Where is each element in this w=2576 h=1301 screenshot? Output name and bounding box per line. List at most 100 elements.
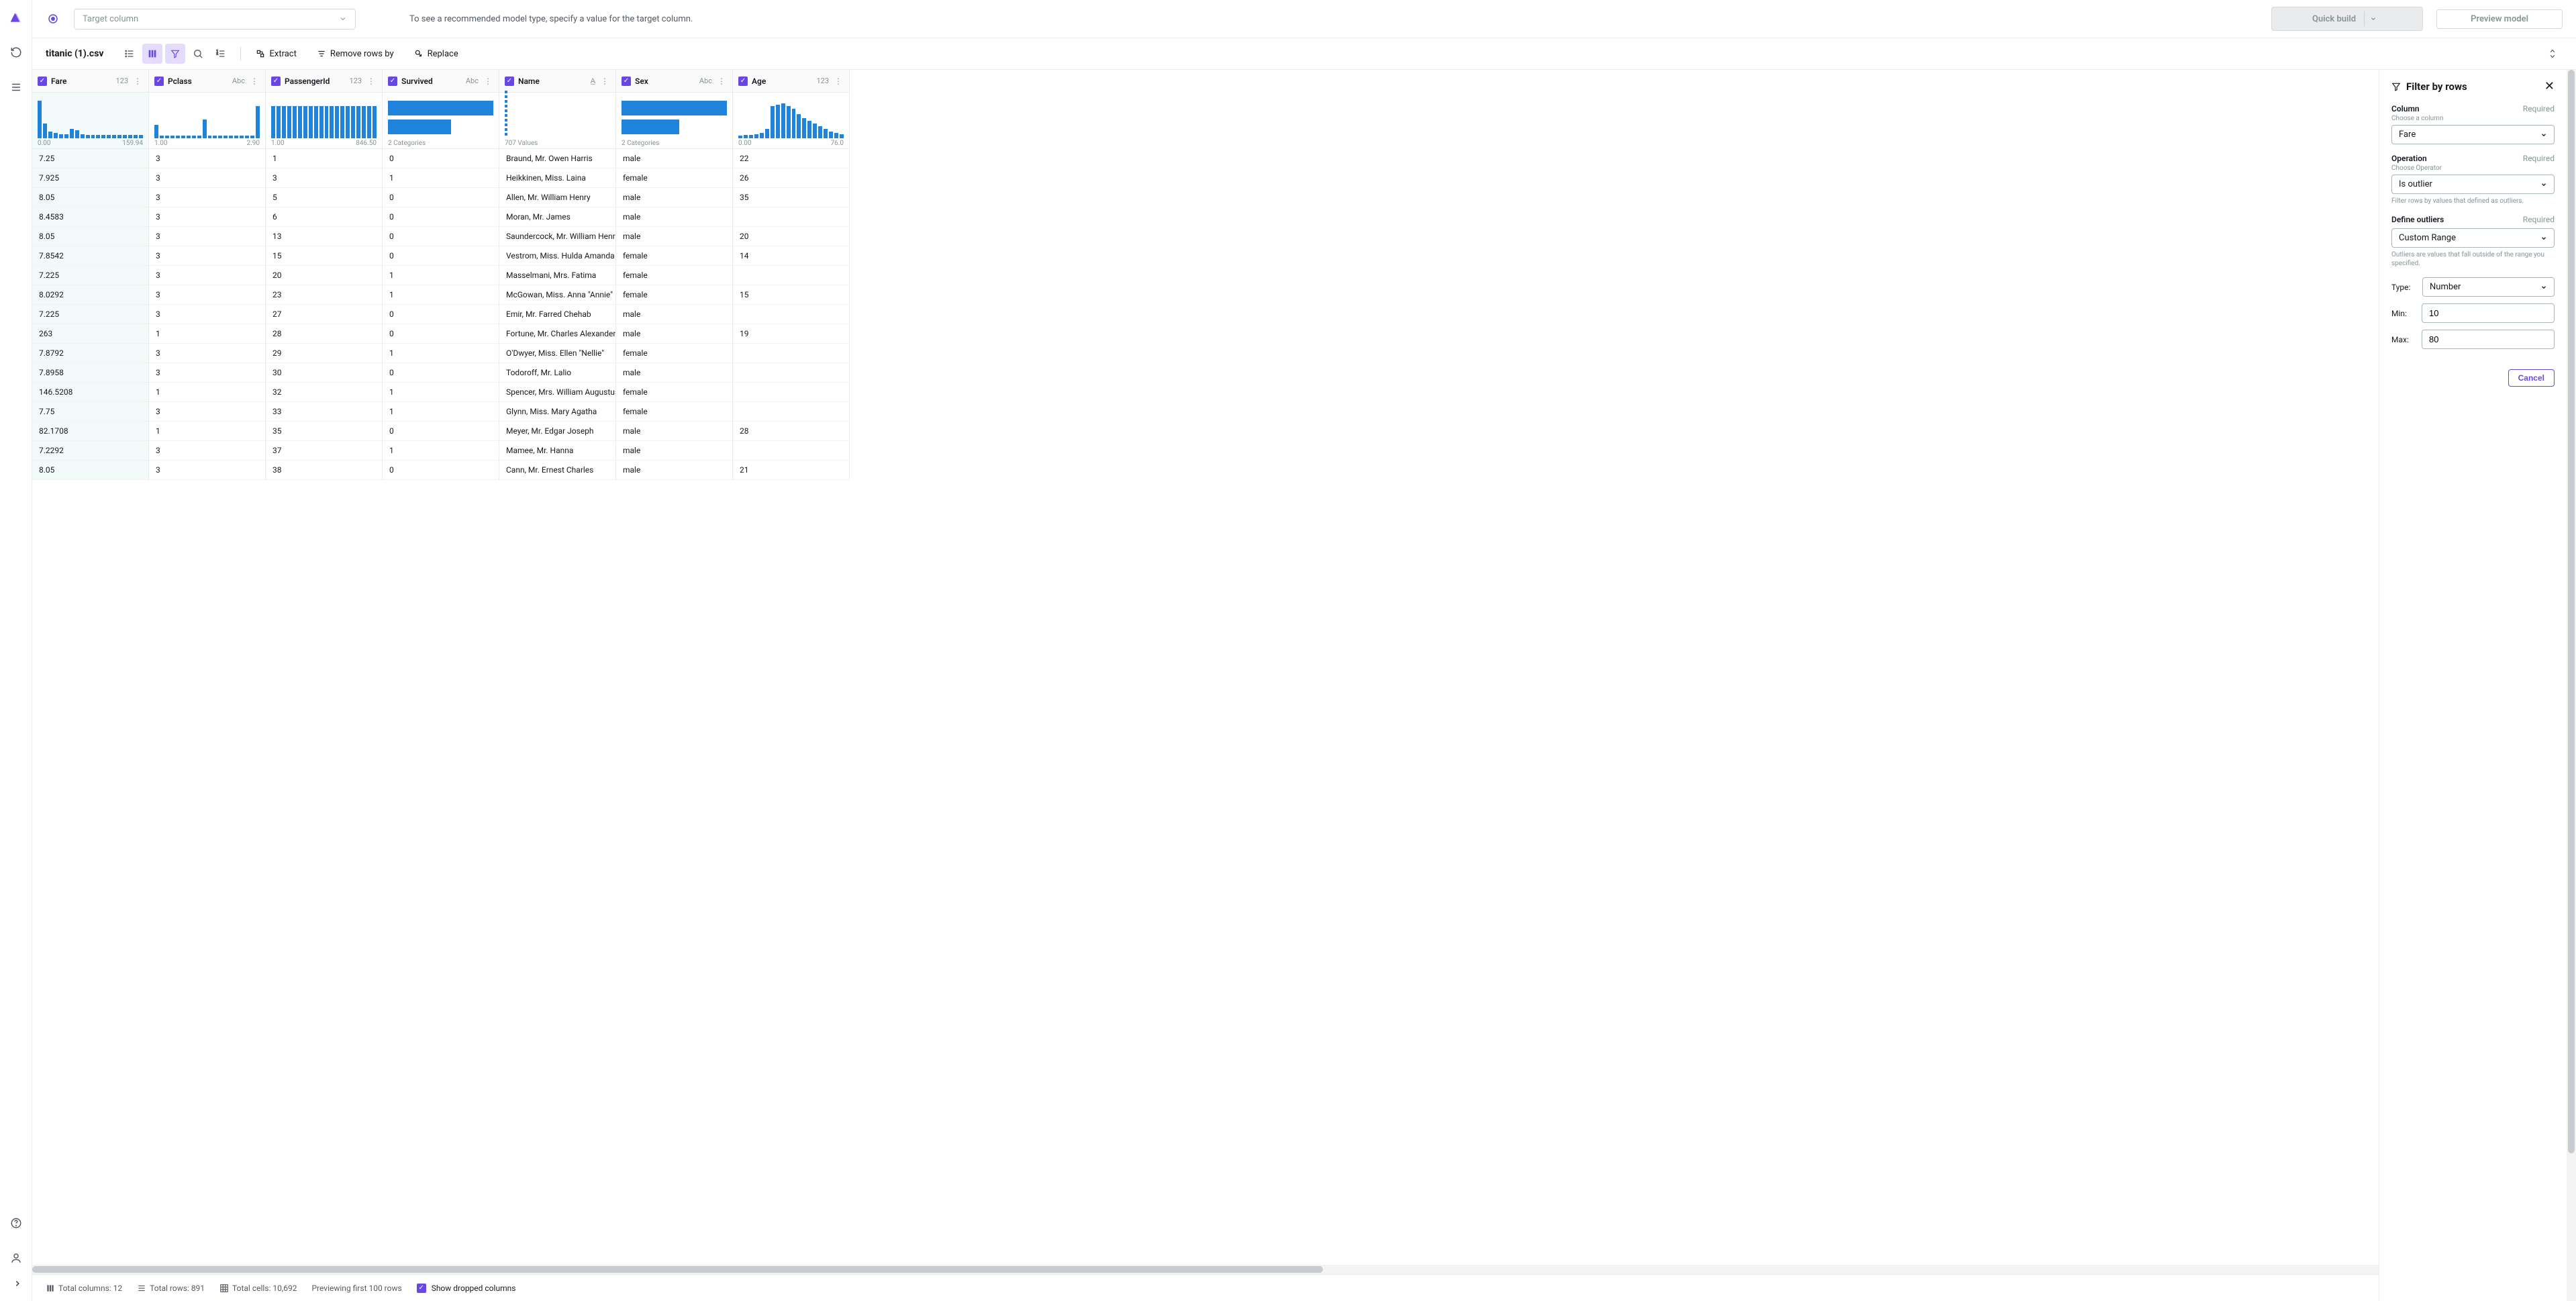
table-cell[interactable]: 7.225 <box>32 305 148 324</box>
table-cell[interactable]: Spencer, Mrs. William Augustus (... <box>499 383 615 402</box>
table-cell[interactable]: 3 <box>149 207 265 227</box>
column-menu-icon[interactable]: ⋮ <box>833 77 844 86</box>
table-cell[interactable]: male <box>616 188 732 207</box>
table-cell[interactable]: 0 <box>383 227 499 246</box>
table-cell[interactable]: 8.4583 <box>32 207 148 227</box>
table-cell[interactable]: 19 <box>733 324 849 344</box>
table-cell[interactable]: Braund, Mr. Owen Harris <box>499 149 615 168</box>
table-cell[interactable] <box>733 305 849 324</box>
vertical-scrollbar[interactable] <box>2567 70 2576 1301</box>
table-cell[interactable]: female <box>616 266 732 285</box>
help-icon[interactable] <box>7 1214 26 1233</box>
column-select[interactable]: Fare <box>2391 125 2555 144</box>
table-cell[interactable]: male <box>616 305 732 324</box>
operation-select[interactable]: Is outlier <box>2391 175 2555 194</box>
column-menu-icon[interactable]: ⋮ <box>599 77 610 86</box>
expand-rail-icon[interactable] <box>8 1274 27 1293</box>
table-cell[interactable]: McGowan, Miss. Anna "Annie" <box>499 285 615 305</box>
table-cell[interactable]: 15 <box>266 246 382 266</box>
table-cell[interactable]: Moran, Mr. James <box>499 207 615 227</box>
column-checkbox[interactable]: ✓ <box>271 77 281 86</box>
table-cell[interactable]: 3 <box>149 305 265 324</box>
table-cell[interactable]: 14 <box>733 246 849 266</box>
table-cell[interactable]: 3 <box>266 168 382 188</box>
table-cell[interactable]: Saundercock, Mr. William Henry <box>499 227 615 246</box>
column-checkbox[interactable]: ✓ <box>505 77 514 86</box>
table-cell[interactable]: 1 <box>383 402 499 422</box>
target-column-select[interactable]: Target column <box>74 9 356 30</box>
table-cell[interactable]: 3 <box>149 227 265 246</box>
table-cell[interactable] <box>733 441 849 461</box>
table-cell[interactable]: O'Dwyer, Miss. Ellen "Nellie" <box>499 344 615 363</box>
table-cell[interactable]: 3 <box>149 149 265 168</box>
table-cell[interactable]: Masselmani, Mrs. Fatima <box>499 266 615 285</box>
table-cell[interactable]: female <box>616 246 732 266</box>
table-cell[interactable]: 1 <box>383 266 499 285</box>
replace-button[interactable]: Replace <box>409 46 464 62</box>
column-menu-icon[interactable]: ⋮ <box>132 77 143 86</box>
table-cell[interactable]: male <box>616 227 732 246</box>
table-cell[interactable]: 7.8958 <box>32 363 148 383</box>
collapse-icon[interactable] <box>2542 44 2563 64</box>
table-cell[interactable]: Mamee, Mr. Hanna <box>499 441 615 461</box>
table-cell[interactable]: 28 <box>733 422 849 441</box>
table-cell[interactable]: male <box>616 149 732 168</box>
table-cell[interactable]: 3 <box>149 246 265 266</box>
table-cell[interactable]: 0 <box>383 422 499 441</box>
table-cell[interactable]: Cann, Mr. Ernest Charles <box>499 461 615 480</box>
table-cell[interactable]: 33 <box>266 402 382 422</box>
max-input[interactable] <box>2422 330 2555 349</box>
table-cell[interactable]: 82.1708 <box>32 422 148 441</box>
table-cell[interactable]: 29 <box>266 344 382 363</box>
column-header-fare[interactable]: ✓ Fare 123 ⋮ <box>32 70 148 93</box>
column-checkbox[interactable]: ✓ <box>388 77 397 86</box>
column-menu-icon[interactable]: ⋮ <box>483 77 493 86</box>
table-cell[interactable]: 7.8542 <box>32 246 148 266</box>
table-cell[interactable]: 28 <box>266 324 382 344</box>
column-header-name[interactable]: ✓ Name A̲ ⋮ <box>499 70 615 93</box>
table-cell[interactable]: 3 <box>149 441 265 461</box>
table-cell[interactable]: 8.0292 <box>32 285 148 305</box>
table-cell[interactable]: 7.8792 <box>32 344 148 363</box>
table-cell[interactable] <box>733 344 849 363</box>
column-checkbox[interactable]: ✓ <box>622 77 631 86</box>
table-cell[interactable]: 7.925 <box>32 168 148 188</box>
table-cell[interactable]: 3 <box>149 285 265 305</box>
table-cell[interactable]: 1 <box>149 383 265 402</box>
table-cell[interactable]: 21 <box>733 461 849 480</box>
table-cell[interactable]: 1 <box>383 383 499 402</box>
table-cell[interactable]: 8.05 <box>32 188 148 207</box>
column-checkbox[interactable]: ✓ <box>738 77 748 86</box>
table-cell[interactable]: 0 <box>383 324 499 344</box>
table-cell[interactable]: 1 <box>266 149 382 168</box>
table-cell[interactable]: 1 <box>149 324 265 344</box>
extract-button[interactable]: Extract <box>250 46 301 62</box>
table-cell[interactable]: 3 <box>149 402 265 422</box>
table-cell[interactable]: 7.2292 <box>32 441 148 461</box>
column-header-pclass[interactable]: ✓ Pclass Abc ⋮ <box>149 70 265 93</box>
table-cell[interactable]: Emir, Mr. Farred Chehab <box>499 305 615 324</box>
table-cell[interactable]: Heikkinen, Miss. Laina <box>499 168 615 188</box>
table-cell[interactable]: 0 <box>383 363 499 383</box>
table-cell[interactable]: 15 <box>733 285 849 305</box>
table-cell[interactable]: 0 <box>383 305 499 324</box>
table-cell[interactable]: 0 <box>383 246 499 266</box>
table-cell[interactable]: 3 <box>149 461 265 480</box>
table-cell[interactable]: 23 <box>266 285 382 305</box>
show-dropped-checkbox[interactable]: ✓Show dropped columns <box>417 1284 516 1293</box>
table-cell[interactable]: female <box>616 168 732 188</box>
filter-icon[interactable] <box>165 44 185 64</box>
table-cell[interactable]: 32 <box>266 383 382 402</box>
table-cell[interactable]: 3 <box>149 344 265 363</box>
table-cell[interactable]: 7.225 <box>32 266 148 285</box>
column-header-age[interactable]: ✓ Age 123 ⋮ <box>733 70 849 93</box>
search-icon[interactable] <box>188 44 208 64</box>
table-cell[interactable]: 38 <box>266 461 382 480</box>
table-cell[interactable]: 1 <box>383 168 499 188</box>
table-cell[interactable] <box>733 402 849 422</box>
table-cell[interactable]: Todoroff, Mr. Lalio <box>499 363 615 383</box>
table-cell[interactable]: 7.75 <box>32 402 148 422</box>
column-menu-icon[interactable]: ⋮ <box>716 77 727 86</box>
table-cell[interactable]: 26 <box>733 168 849 188</box>
min-input[interactable] <box>2422 303 2555 323</box>
